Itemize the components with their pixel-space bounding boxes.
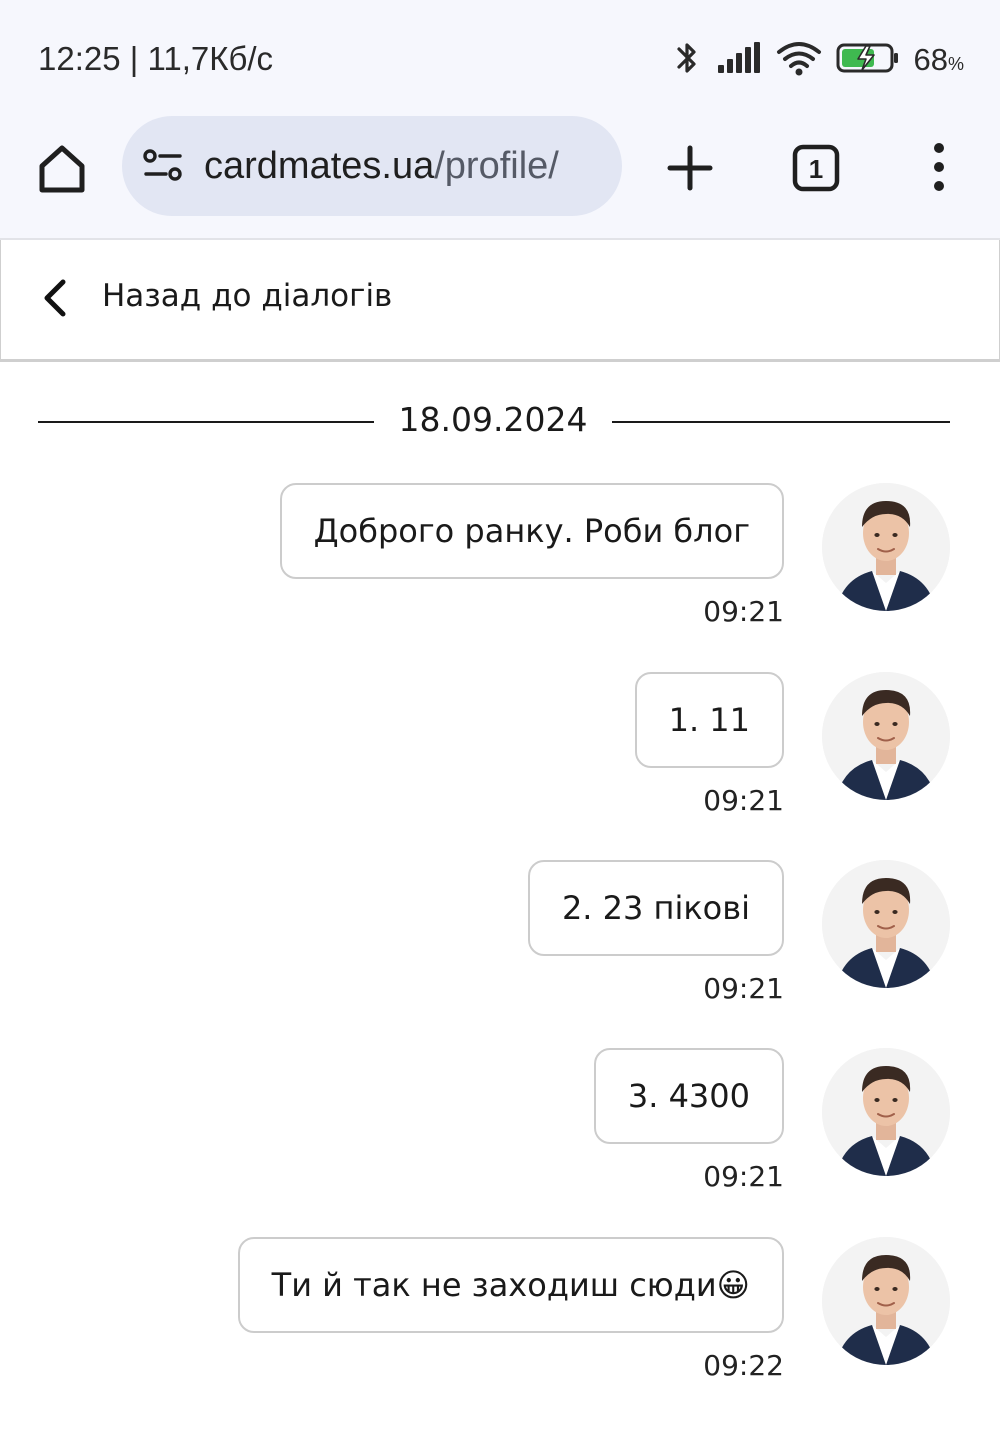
message-time: 09:21 bbox=[703, 595, 784, 628]
avatar[interactable] bbox=[822, 860, 950, 988]
tabs-icon: 1 bbox=[792, 144, 840, 196]
message-bubble: 2. 23 пікові bbox=[527, 860, 784, 956]
address-bar[interactable]: cardmates.ua/profile/ bbox=[122, 116, 622, 216]
status-time-speed: 12:25 | 11,7Кб/с bbox=[38, 40, 274, 77]
url-domain: cardmates.ua bbox=[204, 145, 435, 187]
avatar[interactable] bbox=[822, 1237, 950, 1365]
home-button[interactable] bbox=[34, 140, 90, 196]
avatar[interactable] bbox=[822, 1048, 950, 1176]
message-time: 09:21 bbox=[703, 784, 784, 817]
status-bar: 12:25 | 11,7Кб/с 68% bbox=[0, 0, 1000, 110]
home-icon bbox=[34, 145, 90, 200]
battery-charging-icon bbox=[836, 41, 900, 79]
chevron-left-icon[interactable] bbox=[41, 278, 69, 318]
date-separator: 18.09.2024 bbox=[38, 400, 950, 444]
plus-icon bbox=[666, 145, 714, 196]
chat-header[interactable]: Назад до діалогів bbox=[0, 240, 1000, 360]
message-row: 3. 4300 09:21 bbox=[0, 1048, 1000, 1198]
tab-count: 1 bbox=[809, 154, 823, 184]
message-row: 2. 23 пікові 09:21 bbox=[0, 860, 1000, 1010]
url-text: cardmates.ua/profile/ bbox=[204, 145, 559, 188]
message-row: Доброго ранку. Роби блог 09:21 bbox=[0, 483, 1000, 633]
header-divider bbox=[0, 360, 1000, 362]
message-row: Ти й так не заходиш сюди😀 09:22 bbox=[0, 1237, 1000, 1387]
message-bubble: 1. 11 bbox=[634, 672, 784, 768]
wifi-icon bbox=[776, 40, 822, 80]
divider-line-left bbox=[38, 421, 374, 423]
message-row: 1. 11 09:21 bbox=[0, 672, 1000, 822]
message-time: 09:21 bbox=[703, 1160, 784, 1193]
avatar[interactable] bbox=[822, 483, 950, 611]
tab-switcher-button[interactable]: 1 bbox=[792, 144, 840, 192]
date-label: 18.09.2024 bbox=[398, 400, 588, 439]
new-tab-button[interactable] bbox=[666, 144, 714, 192]
back-to-dialogs-link[interactable]: Назад до діалогів bbox=[102, 278, 392, 314]
status-icons: 68% bbox=[672, 38, 965, 82]
divider-line-right bbox=[612, 421, 950, 423]
browser-toolbar: cardmates.ua/profile/ 1 bbox=[0, 110, 1000, 240]
url-path: /profile/ bbox=[434, 145, 559, 187]
site-settings-icon[interactable] bbox=[142, 148, 184, 184]
message-time: 09:22 bbox=[703, 1349, 784, 1382]
message-bubble: 3. 4300 bbox=[593, 1048, 784, 1144]
message-bubble: Ти й так не заходиш сюди😀 bbox=[237, 1237, 784, 1333]
bluetooth-icon bbox=[672, 38, 702, 82]
avatar[interactable] bbox=[822, 672, 950, 800]
message-bubble: Доброго ранку. Роби блог bbox=[279, 483, 784, 579]
signal-icon bbox=[716, 41, 762, 79]
more-vert-icon bbox=[924, 143, 954, 200]
battery-percent: 68% bbox=[913, 42, 965, 77]
browser-menu-button[interactable] bbox=[924, 140, 954, 196]
message-time: 09:21 bbox=[703, 972, 784, 1005]
